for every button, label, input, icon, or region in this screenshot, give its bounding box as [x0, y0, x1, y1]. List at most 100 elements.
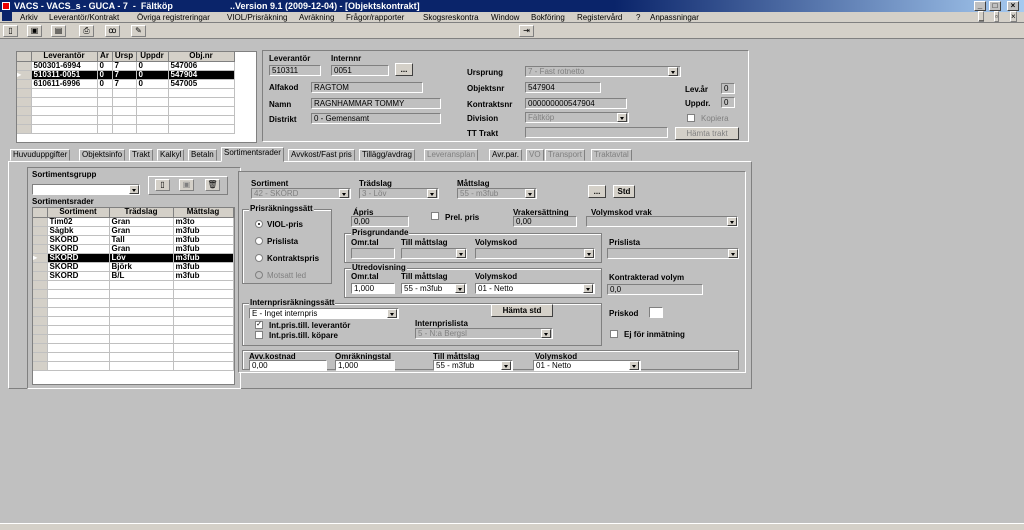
col-ursp[interactable]: Ursp — [112, 52, 137, 62]
table-row[interactable] — [17, 106, 235, 116]
table-row[interactable]: SKÖRD Tall m3fub — [33, 235, 234, 245]
col-sortiment[interactable]: Sortiment — [47, 208, 110, 218]
internnr-field[interactable]: 0051 — [331, 65, 389, 76]
internpris-select[interactable]: E - Inget internpris — [249, 308, 399, 319]
menu-help[interactable]: ? — [636, 13, 640, 22]
objektsnr-field[interactable]: 547904 — [525, 82, 601, 93]
internprislista-select[interactable]: 5 - N:a Bergsl — [415, 328, 553, 339]
close-icon[interactable]: × — [1007, 1, 1019, 11]
table-row[interactable] — [33, 325, 234, 335]
table-row[interactable]: 610611-6996 0 7 0 547005 — [17, 79, 235, 89]
division-dropdown-icon[interactable] — [617, 113, 627, 122]
volymskod-vrak-dropdown-icon[interactable] — [727, 217, 737, 226]
table-row[interactable] — [33, 361, 234, 371]
table-row[interactable] — [17, 88, 235, 98]
std-button[interactable]: Std — [613, 185, 635, 198]
mattslag-dropdown-icon[interactable] — [525, 189, 535, 198]
new-icon[interactable]: ▯ — [3, 25, 18, 37]
hamta-std-button[interactable]: Hämta std — [491, 304, 553, 317]
motsatt-led-radio[interactable] — [255, 271, 263, 279]
object-grid[interactable]: Leverantör År Ursp Uppdr Obj.nr 500301-6… — [16, 51, 257, 143]
table-row[interactable]: SKÖRD Gran m3fub — [33, 244, 234, 254]
vrakersattning-field[interactable]: 0,00 — [513, 216, 577, 227]
table-row[interactable] — [33, 334, 234, 344]
uppdr-field[interactable]: 0 — [721, 97, 735, 108]
pg-till-mattslag-select[interactable] — [401, 248, 467, 259]
division-select[interactable]: Fältköp — [525, 112, 629, 123]
menu-window[interactable]: Window — [491, 13, 519, 22]
menu-fragor[interactable]: Frågor/rapporter — [346, 13, 404, 22]
tab-vo[interactable]: VO — [526, 149, 544, 161]
mdi-minimize-icon[interactable]: _ — [978, 11, 985, 22]
maximize-icon[interactable]: □ — [989, 1, 1001, 11]
volymskod-vrak-select[interactable] — [586, 216, 738, 227]
pg-omr-tal-field[interactable] — [351, 248, 395, 259]
delete-icon[interactable]: ▤ — [51, 25, 66, 37]
menu-anpassningar[interactable]: Anpassningar — [650, 13, 699, 22]
prislista-radio[interactable] — [255, 237, 263, 245]
tradslag-dropdown-icon[interactable] — [427, 189, 437, 198]
table-row[interactable] — [33, 352, 234, 362]
tab-betaln[interactable]: Betaln — [188, 149, 217, 161]
table-row[interactable]: 500301-6994 0 7 0 547006 — [17, 61, 235, 71]
ej-inmatning-checkbox[interactable] — [610, 330, 618, 338]
internpris-dropdown-icon[interactable] — [387, 309, 397, 318]
table-row[interactable]: SKÖRD B/L m3fub — [33, 271, 234, 281]
leverantor-field[interactable]: 510311 — [269, 65, 321, 76]
kontrakterad-volym-field[interactable]: 0,0 — [607, 284, 703, 295]
tab-sortimentsrader[interactable]: Sortimentsrader — [221, 147, 284, 162]
table-row[interactable] — [17, 124, 235, 134]
prel-pris-checkbox[interactable] — [431, 212, 439, 220]
mdi-restore-icon[interactable]: ▫ — [994, 11, 999, 22]
ut-omr-tal-field[interactable]: 1,000 — [351, 283, 395, 294]
table-row[interactable] — [33, 307, 234, 317]
sortiment-lookup-button[interactable]: ... — [588, 185, 606, 198]
pg-volymskod-select[interactable] — [475, 248, 595, 259]
avv-kostnad-field[interactable]: 0,00 — [249, 360, 327, 371]
prislista-select[interactable] — [607, 248, 739, 259]
tab-transport[interactable]: Transport — [545, 149, 585, 161]
int-kop-checkbox[interactable] — [255, 331, 263, 339]
leverantor-lookup-button[interactable]: ... — [395, 63, 413, 76]
col-mattslag[interactable]: Måttslag — [173, 208, 234, 218]
table-row[interactable] — [33, 289, 234, 299]
print-icon[interactable]: ⎙ — [79, 25, 94, 37]
table-row-selected[interactable]: ▸ 510311-0051 0 7 0 547904 — [17, 70, 235, 80]
distrikt-field[interactable]: 0 - Gemensamt — [311, 113, 441, 124]
sortiment-dropdown-icon[interactable] — [339, 189, 349, 198]
table-row[interactable] — [17, 115, 235, 125]
viol-pris-radio[interactable] — [255, 220, 263, 228]
tab-avr-par[interactable]: Avr.par. — [489, 149, 522, 161]
table-row[interactable]: SKÖRD Björk m3fub — [33, 262, 234, 272]
search-icon[interactable]: ꝏ — [105, 25, 120, 37]
ut-volymskod-dropdown-icon[interactable] — [583, 284, 593, 293]
col-leverantor[interactable]: Leverantör — [31, 52, 98, 62]
ut-till-mattslag-dropdown-icon[interactable] — [455, 284, 465, 293]
prislista-dropdown-icon[interactable] — [728, 249, 738, 258]
menu-arkiv[interactable]: Arkiv — [20, 13, 38, 22]
tab-objektsinfo[interactable]: Objektsinfo — [79, 149, 126, 161]
table-row[interactable] — [33, 316, 234, 326]
tab-trakt[interactable]: Trakt — [129, 149, 153, 161]
menu-registervard[interactable]: Registervård — [577, 13, 622, 22]
omrakningstal-field[interactable]: 1,000 — [335, 360, 395, 371]
menu-bokforing[interactable]: Bokföring — [531, 13, 565, 22]
internprislista-dropdown-icon[interactable] — [541, 329, 551, 338]
sortiment-grid[interactable]: Sortiment Trädslag Måttslag Tim02 Gran m3t… — [32, 207, 235, 385]
col-tradslag[interactable]: Trädslag — [109, 208, 174, 218]
tab-traktavtal[interactable]: Traktavtal — [591, 149, 632, 161]
tab-avvkost[interactable]: Avvkost/Fast pris — [288, 149, 355, 161]
kontraktsnr-field[interactable]: 000000000547904 — [525, 98, 627, 109]
menu-skogsreskontra[interactable]: Skogsreskontra — [423, 13, 479, 22]
int-lev-checkbox[interactable]: ✓ — [255, 321, 263, 329]
trash-icon[interactable]: 🗑 — [205, 179, 220, 191]
menu-avrakning[interactable]: Avräkning — [299, 13, 334, 22]
lev-ar-field[interactable]: 0 — [721, 83, 735, 94]
b-volymskod-select[interactable]: 01 - Netto — [533, 360, 641, 371]
alfakod-field[interactable]: RAGTOM — [311, 82, 423, 93]
namn-field[interactable]: RAGNHAMMAR TOMMY — [311, 98, 441, 109]
tab-leveransplan[interactable]: Leveransplan — [424, 149, 479, 161]
sortimentsgrupp-dropdown-icon[interactable] — [129, 185, 139, 194]
ursprung-dropdown-icon[interactable] — [668, 67, 678, 76]
ut-volymskod-select[interactable]: 01 - Netto — [475, 283, 595, 294]
